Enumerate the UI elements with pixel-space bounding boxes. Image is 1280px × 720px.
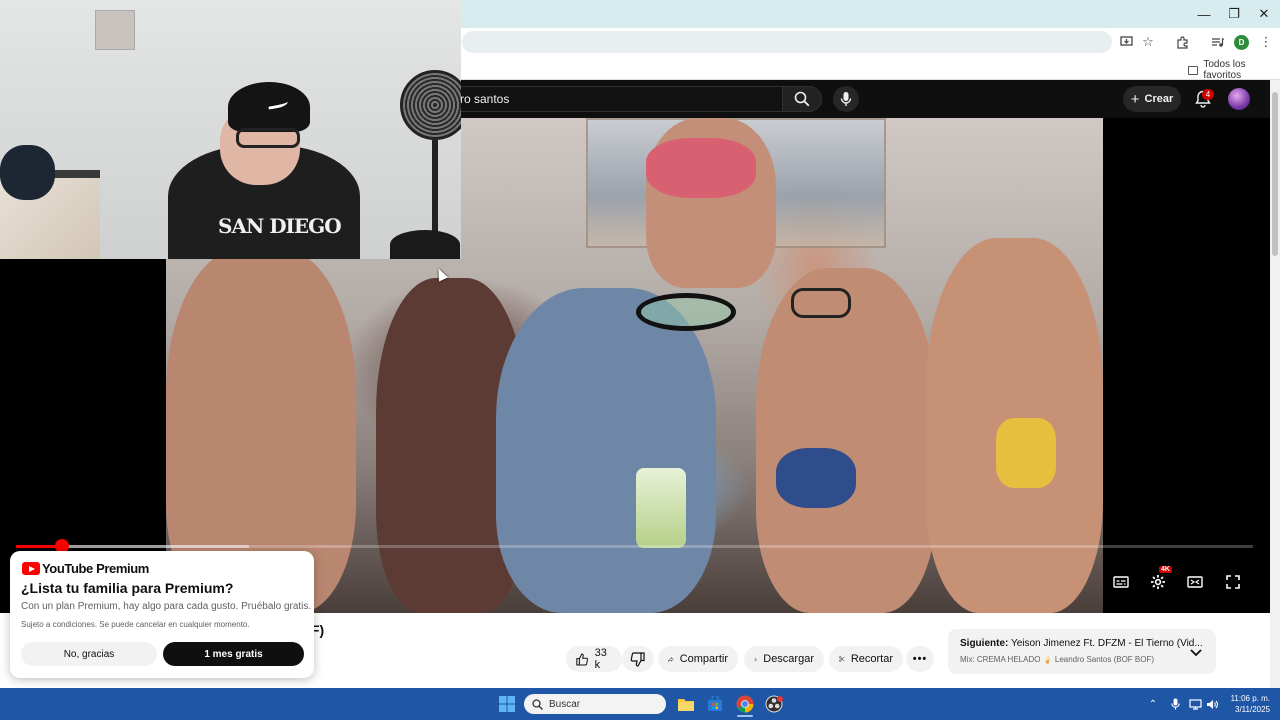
fan-base	[390, 230, 460, 259]
all-bookmarks-label: Todos los favoritos	[1203, 59, 1246, 81]
fullscreen-icon	[1226, 575, 1240, 589]
chevron-up-icon[interactable]: ⌃	[1146, 697, 1160, 711]
windows-start-icon[interactable]	[497, 694, 517, 714]
bookmark-star-icon[interactable]: ☆	[1138, 32, 1158, 52]
video-person	[756, 268, 936, 613]
fan	[400, 70, 461, 140]
settings-button[interactable]	[1146, 570, 1170, 594]
gear-icon	[1151, 575, 1165, 589]
clock-time: 11:06 p. m.	[1230, 694, 1270, 703]
search-icon	[794, 91, 810, 107]
quality-badge: 4K	[1159, 566, 1172, 573]
thumbs-up-icon	[576, 653, 588, 665]
share-icon	[668, 656, 674, 662]
premium-terms: Sujeto a condiciones. Se puede cancelar …	[21, 620, 250, 629]
video-top-red	[646, 138, 756, 198]
network-icon[interactable]	[1188, 697, 1202, 711]
share-button[interactable]: Compartir	[658, 646, 738, 672]
chrome-menu-icon[interactable]: ⋮	[1256, 32, 1276, 52]
premium-brand: YouTube Premium	[42, 561, 149, 576]
clip-button[interactable]: Recortar	[829, 646, 903, 672]
share-label: Compartir	[679, 653, 728, 665]
recording-indicator	[777, 696, 783, 702]
profile-avatar[interactable]: D	[1234, 35, 1249, 50]
media-control-icon[interactable]	[1207, 32, 1227, 52]
scissors-icon	[839, 656, 845, 662]
search-query-text: ro santos	[460, 92, 510, 106]
video-glasses	[636, 293, 736, 331]
helmet	[0, 145, 55, 200]
free-trial-button[interactable]: 1 mes gratis	[163, 642, 304, 666]
up-next-mix: Mix: CREMA HELADO 🍦 Leandro Santos (BOF …	[960, 655, 1155, 664]
premium-description: Con un plan Premium, hay algo para cada …	[21, 601, 312, 612]
address-bar[interactable]	[462, 31, 1112, 53]
video-cup	[636, 468, 686, 548]
fan-stand	[432, 140, 438, 240]
download-button[interactable]: Descargar	[744, 646, 824, 672]
more-actions-button[interactable]: •••	[906, 646, 934, 672]
progress-buffered	[62, 545, 249, 548]
chrome-active-indicator	[737, 715, 753, 717]
up-next-prefix: Siguiente:	[960, 638, 1009, 649]
microphone-icon	[840, 92, 852, 106]
download-icon	[754, 657, 758, 661]
file-explorer-icon[interactable]	[676, 694, 696, 714]
plus-icon: +	[1130, 90, 1140, 108]
clip-label: Recortar	[850, 653, 893, 665]
install-app-icon[interactable]	[1116, 32, 1136, 52]
youtube-logo-icon	[22, 562, 40, 575]
video-eyeglasses	[791, 288, 851, 318]
more-horizontal-icon: •••	[912, 653, 928, 665]
streamer-glasses	[236, 128, 300, 148]
create-button[interactable]: + Crear	[1123, 86, 1181, 112]
microphone-icon[interactable]	[1168, 697, 1182, 711]
video-top-yellow	[996, 418, 1056, 488]
volume-icon[interactable]	[1205, 697, 1219, 711]
chrome-icon[interactable]	[735, 694, 755, 714]
clock-date: 3/11/2025	[1235, 705, 1270, 714]
dislike-button[interactable]	[622, 646, 654, 672]
extensions-icon[interactable]	[1172, 32, 1192, 52]
create-label: Crear	[1144, 93, 1174, 105]
minimize-icon[interactable]: —	[1188, 0, 1220, 28]
miniplayer-icon	[1187, 576, 1203, 588]
notifications-badge: 4	[1202, 89, 1214, 100]
all-bookmarks-button[interactable]: Todos los favoritos	[1188, 59, 1280, 81]
like-count: 33 k	[594, 647, 607, 671]
search-button[interactable]	[782, 86, 822, 112]
restore-icon[interactable]: ❐	[1218, 0, 1250, 28]
theater-mode-button[interactable]	[1183, 570, 1207, 594]
youtube-avatar[interactable]	[1228, 88, 1250, 110]
video-top-blue	[776, 448, 856, 508]
subtitles-button[interactable]	[1109, 570, 1133, 594]
up-next-title: Yeison Jimenez Ft. DFZM - El Tierno (Vid…	[1010, 638, 1203, 649]
thumbs-down-icon	[630, 651, 645, 667]
like-button[interactable]: 33 k	[566, 646, 622, 672]
premium-title: ¿Lista tu familia para Premium?	[21, 580, 234, 596]
webcam-overlay: SAN DIEGO	[0, 0, 461, 259]
video-person	[496, 288, 716, 613]
wall-poster	[95, 10, 135, 50]
decline-button[interactable]: No, gracias	[21, 642, 157, 666]
search-icon	[532, 698, 543, 710]
taskbar-search-placeholder: Buscar	[549, 698, 581, 710]
download-label: Descargar	[763, 653, 814, 665]
close-window-icon[interactable]: ✕	[1248, 0, 1280, 28]
subtitles-icon	[1113, 576, 1129, 588]
up-next-title-line: Siguiente: Yeison Jimenez Ft. DFZM - El …	[960, 638, 1203, 649]
up-next-card[interactable]	[948, 629, 1216, 674]
folder-icon	[1188, 65, 1199, 75]
chevron-down-icon[interactable]	[1190, 644, 1206, 660]
taskbar-search[interactable]: Buscar	[524, 694, 666, 714]
voice-search-button[interactable]	[833, 86, 859, 112]
scrollbar-thumb[interactable]	[1272, 92, 1278, 256]
fullscreen-button[interactable]	[1221, 570, 1245, 594]
taskbar-clock[interactable]: 11:06 p. m. 3/11/2025	[1218, 693, 1270, 715]
shirt-text: SAN DIEGO	[218, 214, 342, 238]
store-icon[interactable]	[705, 694, 725, 714]
